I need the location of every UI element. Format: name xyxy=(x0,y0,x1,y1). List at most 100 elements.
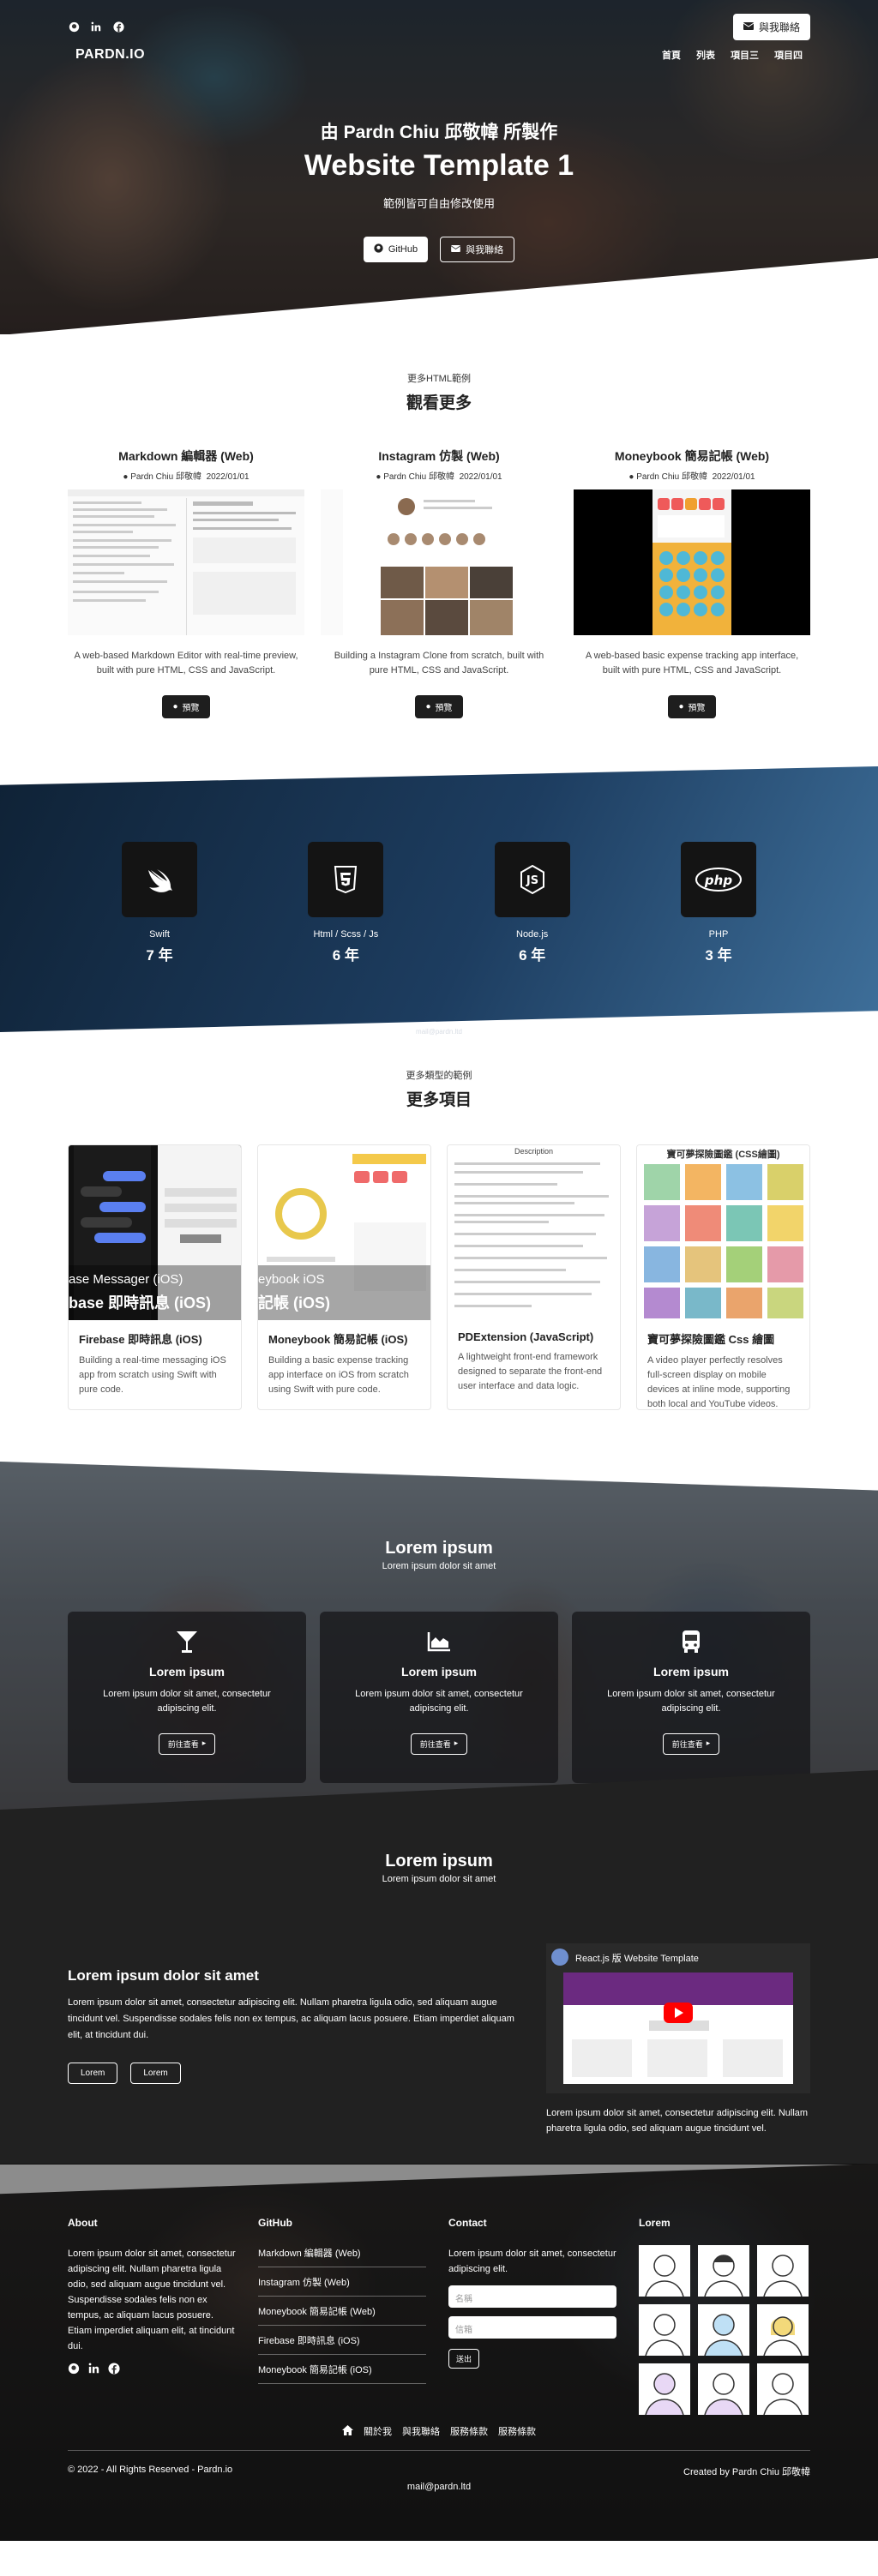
section-kicker: 更多類型的範例 xyxy=(406,1071,472,1081)
footer-nav-contact[interactable]: 與我聯絡 xyxy=(402,2424,440,2438)
credit-text: Created by Pardn Chiu 邱敬幃 xyxy=(683,2467,810,2477)
feature-card: Lorem ipsum Lorem ipsum dolor sit amet, … xyxy=(320,1612,558,1783)
send-button[interactable]: 送出 xyxy=(448,2349,480,2369)
name-input[interactable]: 名稱 xyxy=(448,2285,616,2308)
gallery-image[interactable] xyxy=(639,2245,690,2297)
preview-button[interactable]: ● 預覽 xyxy=(415,695,463,718)
moneybook-screenshot[interactable] xyxy=(574,489,810,635)
gallery-image[interactable] xyxy=(757,2363,809,2415)
view-button[interactable]: 前往查看 ▸ xyxy=(662,1733,720,1755)
project-title: Instagram 仿製 (Web) xyxy=(378,449,500,463)
footer-link[interactable]: Markdown 編輯器 (Web) xyxy=(258,2246,426,2267)
card-title: Firebase 即時訊息 (iOS) xyxy=(79,1333,202,1346)
project-card[interactable]: 寶可夢探險圖鑑 (CSS繪圖) 寶可夢探險圖鑑 Css 繪圖 A video p… xyxy=(636,1144,810,1410)
navbar: PARDN.IO 首頁 列表 項目三 項目四 xyxy=(75,47,803,63)
footer-nav-about[interactable]: 關於我 xyxy=(364,2424,392,2438)
footer-email[interactable]: mail@pardn.ltd xyxy=(68,2482,810,2492)
facebook-icon[interactable] xyxy=(112,21,124,33)
hero-title: Website Template 1 xyxy=(304,149,574,182)
svg-text:JS: JS xyxy=(526,874,538,887)
pdextension-screenshot: Description xyxy=(448,1145,620,1320)
preview-button[interactable]: ● 預覽 xyxy=(668,695,716,718)
linkedin-icon[interactable] xyxy=(88,2363,99,2379)
user-icon: ● xyxy=(123,472,129,482)
swift-icon xyxy=(122,842,197,917)
section-kicker: 更多HTML範例 xyxy=(407,374,471,384)
footer-nav-terms[interactable]: 服務條款 xyxy=(450,2424,488,2438)
footer-nav-terms-2[interactable]: 服務條款 xyxy=(498,2424,536,2438)
nav-item-4[interactable]: 項目四 xyxy=(774,48,803,62)
card-description: Building a real-time messaging iOS app f… xyxy=(79,1355,226,1395)
github-icon xyxy=(374,243,383,255)
skill-item: Swift 7 年 xyxy=(117,842,202,964)
home-icon[interactable] xyxy=(342,2424,353,2438)
github-icon[interactable] xyxy=(68,2363,80,2379)
lorem-button-1[interactable]: Lorem xyxy=(68,2063,118,2084)
github-icon: ● xyxy=(678,702,684,712)
project-description: A web-based basic expense tracking app i… xyxy=(585,651,799,676)
footer-link[interactable]: Moneybook 簡易記帳 (iOS) xyxy=(258,2355,426,2384)
gallery-image[interactable] xyxy=(698,2363,749,2415)
svg-text:php: php xyxy=(704,873,732,888)
footer-about: About Lorem ipsum dolor sit amet, consec… xyxy=(68,2217,236,2415)
footer-link[interactable]: Firebase 即時訊息 (iOS) xyxy=(258,2326,426,2355)
nav-menu: 首頁 列表 項目三 項目四 xyxy=(662,48,803,62)
footer-link[interactable]: Instagram 仿製 (Web) xyxy=(258,2267,426,2297)
nav-item-list[interactable]: 列表 xyxy=(696,48,715,62)
project-card[interactable]: Description PDExtension (JavaScript) A l… xyxy=(447,1144,621,1410)
project-card[interactable]: ase Messager (iOS) base 即時訊息 (iOS) Fireb… xyxy=(68,1144,242,1410)
nav-item-3[interactable]: 項目三 xyxy=(731,48,759,62)
brand-logo[interactable]: PARDN.IO xyxy=(75,47,145,63)
moneybook-ios-screenshot: eybook iOS 記帳 (iOS) xyxy=(258,1145,430,1320)
project-card[interactable]: eybook iOS 記帳 (iOS) Moneybook 簡易記帳 (iOS)… xyxy=(257,1144,431,1410)
section-title: Lorem ipsum xyxy=(385,1852,493,1870)
project-card: Markdown 編輯器 (Web) ● Pardn Chiu 邱敬幃 2022… xyxy=(68,447,304,718)
gallery-image[interactable] xyxy=(639,2304,690,2356)
contact-button[interactable]: 與我聯絡 xyxy=(732,13,810,40)
youtube-video-embed[interactable]: React.js 版 Website Template xyxy=(546,1943,810,2093)
footer-contact: Contact Lorem ipsum dolor sit amet, cons… xyxy=(448,2217,616,2415)
user-icon: ● xyxy=(376,472,382,482)
github-icon[interactable] xyxy=(68,21,80,33)
nav-item-home[interactable]: 首頁 xyxy=(662,48,681,62)
envelope-icon xyxy=(451,244,461,255)
hero-content: 由 Pardn Chiu 邱敬幃 所製作 Website Template 1 … xyxy=(0,118,878,262)
email-input[interactable]: 信箱 xyxy=(448,2316,616,2339)
html5-icon xyxy=(308,842,384,917)
card-description: Building a basic expense tracking app in… xyxy=(268,1355,409,1395)
lorem-button-2[interactable]: Lorem xyxy=(130,2063,181,2084)
section-subtitle: Lorem ipsum dolor sit amet xyxy=(382,1561,496,1571)
footer-link[interactable]: Moneybook 簡易記帳 (Web) xyxy=(258,2297,426,2326)
video-description: Lorem ipsum dolor sit amet, consectetur … xyxy=(546,2108,809,2134)
gallery-image[interactable] xyxy=(639,2363,690,2415)
view-button[interactable]: 前往查看 ▸ xyxy=(158,1733,216,1755)
section-subtitle: Lorem ipsum dolor sit amet xyxy=(382,1874,496,1884)
area-chart-icon xyxy=(320,1629,558,1654)
linkedin-icon[interactable] xyxy=(90,21,102,33)
card-description: A video player perfectly resolves full-s… xyxy=(647,1355,791,1409)
github-icon: ● xyxy=(172,702,178,712)
github-button[interactable]: GitHub xyxy=(363,237,429,262)
gallery-image[interactable] xyxy=(757,2245,809,2297)
gallery-image[interactable] xyxy=(698,2245,749,2297)
preview-button[interactable]: ● 預覽 xyxy=(162,695,210,718)
social-links xyxy=(68,21,124,33)
more-projects-section: 更多類型的範例 更多項目 ase Messager (iOS) base 即時訊… xyxy=(0,1036,878,1410)
section-title: Lorem ipsum xyxy=(385,1539,493,1558)
feature-card: Lorem ipsum Lorem ipsum dolor sit amet, … xyxy=(68,1612,306,1783)
hero-contact-button[interactable]: 與我聯絡 xyxy=(440,237,515,262)
instagram-clone-screenshot[interactable] xyxy=(321,489,557,635)
user-icon: ● xyxy=(628,472,634,482)
card-title: 寶可夢探險圖鑑 Css 繪圖 xyxy=(647,1333,775,1346)
skill-item: JS Node.js 6 年 xyxy=(490,842,575,964)
gallery-image[interactable] xyxy=(757,2304,809,2356)
php-icon: php xyxy=(680,842,756,917)
gallery-image[interactable] xyxy=(698,2304,749,2356)
view-button[interactable]: 前往查看 ▸ xyxy=(410,1733,468,1755)
nodejs-icon: JS xyxy=(494,842,570,917)
section-title: 觀看更多 xyxy=(406,394,472,412)
facebook-icon[interactable] xyxy=(108,2363,120,2379)
skill-item: Html / Scss / Js 6 年 xyxy=(303,842,388,964)
hero-subtitle: 由 Pardn Chiu 邱敬幃 所製作 xyxy=(320,123,558,142)
markdown-editor-screenshot[interactable] xyxy=(68,489,304,635)
